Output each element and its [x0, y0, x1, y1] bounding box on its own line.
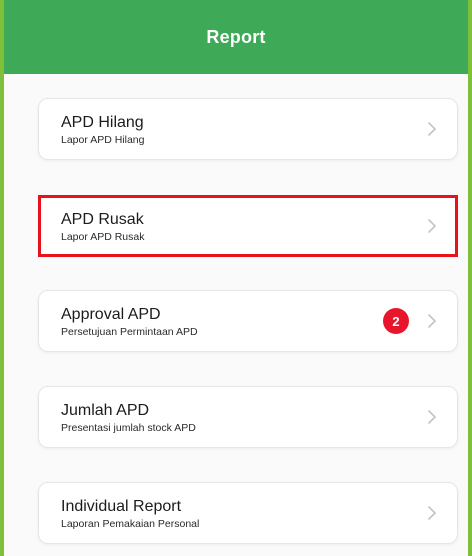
- menu-item-subtitle: Presentasi jumlah stock APD: [61, 422, 196, 434]
- menu-item-approval-apd[interactable]: Approval APD Persetujuan Permintaan APD …: [38, 290, 458, 352]
- menu-item-subtitle: Laporan Pemakaian Personal: [61, 518, 200, 530]
- menu-item-title: APD Rusak: [61, 211, 144, 228]
- chevron-right-icon: [428, 410, 436, 424]
- chevron-right-icon: [428, 219, 436, 233]
- menu-item-title: Approval APD: [61, 306, 161, 323]
- menu-item-title: Jumlah APD: [61, 402, 150, 419]
- menu-item-subtitle: Persetujuan Permintaan APD: [61, 326, 198, 338]
- menu-item-apd-hilang[interactable]: APD Hilang Lapor APD Hilang: [38, 98, 458, 160]
- menu-item-title: Individual Report: [61, 498, 182, 515]
- report-menu-list: APD Hilang Lapor APD Hilang APD Rusak La…: [4, 74, 468, 556]
- menu-item-apd-rusak[interactable]: APD Rusak Lapor APD Rusak: [38, 195, 458, 257]
- report-screen: Report APD Hilang Lapor APD Hilang APD R…: [0, 0, 472, 556]
- chevron-right-icon: [428, 506, 436, 520]
- menu-item-subtitle: Lapor APD Rusak: [61, 231, 145, 243]
- menu-item-title: APD Hilang: [61, 114, 144, 131]
- chevron-right-icon: [428, 122, 436, 136]
- notification-badge: 2: [383, 308, 409, 334]
- menu-item-jumlah-apd[interactable]: Jumlah APD Presentasi jumlah stock APD: [38, 386, 458, 448]
- chevron-right-icon: [428, 314, 436, 328]
- header-bar: Report: [4, 0, 468, 74]
- menu-item-subtitle: Lapor APD Hilang: [61, 134, 145, 146]
- page-title: Report: [206, 26, 266, 47]
- menu-item-individual-report[interactable]: Individual Report Laporan Pemakaian Pers…: [38, 482, 458, 544]
